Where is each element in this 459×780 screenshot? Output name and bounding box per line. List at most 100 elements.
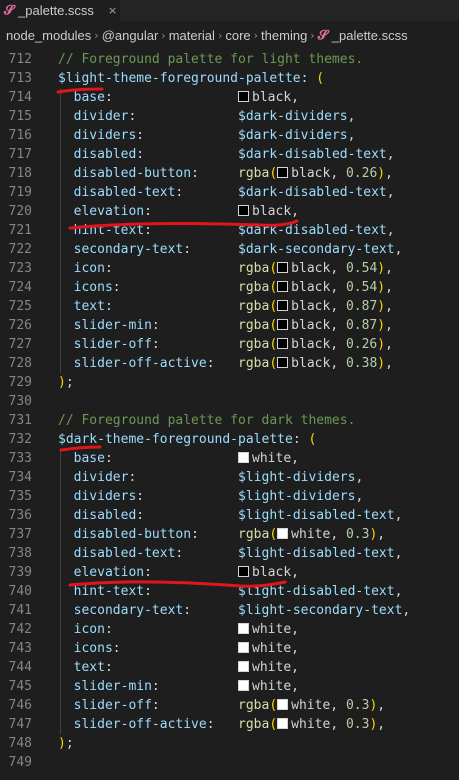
code-line[interactable]: 748);: [0, 734, 459, 753]
color-swatch-icon[interactable]: [277, 300, 289, 311]
code-line[interactable]: 727 slider-off: rgba(black, 0.26),: [0, 335, 459, 354]
breadcrumb-item-angular[interactable]: @angular: [102, 28, 159, 43]
code-line[interactable]: 733 base: white,: [0, 449, 459, 468]
code-token: hint-text: [58, 584, 145, 599]
breadcrumb-item-material[interactable]: material: [169, 28, 215, 43]
color-swatch-icon[interactable]: [277, 167, 289, 178]
tab-bar: 𝓢 _palette.scss ×: [0, 0, 459, 21]
code-line[interactable]: 716 dividers: $dark-dividers,: [0, 126, 459, 145]
code-token: ): [58, 375, 66, 390]
code-token: :: [104, 261, 239, 276]
code-line[interactable]: 749: [0, 753, 459, 772]
color-swatch-icon[interactable]: [238, 452, 250, 463]
code-text: slider-min: rgba(black, 0.87),: [58, 316, 393, 335]
code-line[interactable]: 741 secondary-text: $light-secondary-tex…: [0, 601, 459, 620]
code-token: white: [252, 679, 292, 694]
close-icon[interactable]: ×: [108, 4, 117, 17]
code-text: slider-off: rgba(black, 0.26),: [58, 335, 393, 354]
code-token: $light-disabled-text: [238, 546, 395, 561]
code-line[interactable]: 731 // Foreground palette for dark themes…: [0, 411, 459, 430]
color-swatch-icon[interactable]: [238, 205, 250, 216]
code-line[interactable]: 722 secondary-text: $dark-secondary-text…: [0, 240, 459, 259]
breadcrumb-item-node-modules[interactable]: node_modules: [6, 28, 91, 43]
color-swatch-icon[interactable]: [238, 661, 250, 672]
code-line[interactable]: 737 disabled-button: rgba(white, 0.3),: [0, 525, 459, 544]
color-swatch-icon[interactable]: [277, 718, 289, 729]
code-line[interactable]: 713 $light-theme-foreground-palette: (: [0, 69, 459, 88]
color-swatch-icon[interactable]: [277, 338, 289, 349]
code-line[interactable]: 735 dividers: $light-dividers,: [0, 487, 459, 506]
color-swatch-icon[interactable]: [238, 642, 250, 653]
code-line[interactable]: 747 slider-off-active: rgba(white, 0.3),: [0, 715, 459, 734]
code-token: ,: [347, 109, 356, 124]
code-text: divider: $dark-dividers,: [58, 107, 356, 126]
code-line[interactable]: 734 divider: $light-dividers,: [0, 468, 459, 487]
color-swatch-icon[interactable]: [238, 566, 250, 577]
code-token: :: [104, 451, 239, 466]
code-token: $dark-disabled-text: [238, 147, 387, 162]
code-token: 0.3: [345, 717, 370, 732]
code-token: :: [144, 584, 239, 599]
breadcrumb-item-file[interactable]: _palette.scss: [332, 28, 408, 43]
code-line[interactable]: 736 disabled: $light-disabled-text,: [0, 506, 459, 525]
breadcrumb: node_modules › @angular › material › cor…: [0, 24, 459, 46]
code-text: disabled: $light-disabled-text,: [58, 506, 403, 525]
code-line[interactable]: 720 elevation: black,: [0, 202, 459, 221]
code-line[interactable]: 746 slider-off: rgba(white, 0.3),: [0, 696, 459, 715]
code-line[interactable]: 729);: [0, 373, 459, 392]
code-token: elevation: [58, 204, 145, 219]
code-token: :: [191, 527, 239, 542]
code-editor[interactable]: 712 // Foreground palette for light theme…: [0, 50, 459, 772]
code-line[interactable]: 715 divider: $dark-dividers,: [0, 107, 459, 126]
code-line[interactable]: 743 icons: white,: [0, 639, 459, 658]
code-token: ;: [65, 375, 74, 390]
code-text: disabled-text: $dark-disabled-text,: [58, 183, 395, 202]
code-line[interactable]: 721 hint-text: $dark-disabled-text,: [0, 221, 459, 240]
code-token: black: [291, 318, 331, 333]
sass-file-icon: 𝓢: [317, 27, 328, 43]
code-token: white: [291, 527, 331, 542]
code-token: // Foreground palette for dark themes.: [58, 413, 356, 428]
code-line[interactable]: 718 disabled-button: rgba(black, 0.26),: [0, 164, 459, 183]
color-swatch-icon[interactable]: [277, 699, 289, 710]
color-swatch-icon[interactable]: [277, 262, 289, 273]
code-line[interactable]: 724 icons: rgba(black, 0.54),: [0, 278, 459, 297]
code-token: white: [252, 622, 292, 637]
code-token: (: [269, 337, 278, 352]
color-swatch-icon[interactable]: [277, 281, 289, 292]
code-token: ,: [330, 337, 346, 352]
color-swatch-icon[interactable]: [238, 623, 250, 634]
code-line[interactable]: 728 slider-off-active: rgba(black, 0.38)…: [0, 354, 459, 373]
code-line[interactable]: 739 elevation: black,: [0, 563, 459, 582]
code-token: :: [136, 128, 239, 143]
code-line[interactable]: 730: [0, 392, 459, 411]
code-line[interactable]: 745 slider-min: white,: [0, 677, 459, 696]
color-swatch-icon[interactable]: [277, 319, 289, 330]
code-token: ): [377, 356, 386, 371]
code-text: elevation: black,: [58, 563, 299, 582]
code-line[interactable]: 725 text: rgba(black, 0.87),: [0, 297, 459, 316]
tab-palette-scss[interactable]: 𝓢 _palette.scss ×: [0, 0, 120, 21]
line-number: 730: [8, 394, 32, 409]
code-line[interactable]: 726 slider-min: rgba(black, 0.87),: [0, 316, 459, 335]
breadcrumb-item-theming[interactable]: theming: [261, 28, 307, 43]
code-line[interactable]: 738 disabled-text: $light-disabled-text,: [0, 544, 459, 563]
color-swatch-icon[interactable]: [277, 357, 289, 368]
code-token: :: [136, 147, 239, 162]
code-line[interactable]: 740 hint-text: $light-disabled-text,: [0, 582, 459, 601]
code-token: ): [377, 280, 386, 295]
code-line[interactable]: 714 base: black,: [0, 88, 459, 107]
code-line[interactable]: 719 disabled-text: $dark-disabled-text,: [0, 183, 459, 202]
code-line[interactable]: 744 text: white,: [0, 658, 459, 677]
color-swatch-icon[interactable]: [238, 680, 250, 691]
breadcrumb-item-core[interactable]: core: [225, 28, 250, 43]
code-token: 0.26: [345, 337, 378, 352]
code-line[interactable]: 732 $dark-theme-foreground-palette: (: [0, 430, 459, 449]
color-swatch-icon[interactable]: [277, 528, 289, 539]
code-line[interactable]: 712 // Foreground palette for light theme…: [0, 50, 459, 69]
code-line[interactable]: 742 icon: white,: [0, 620, 459, 639]
code-line[interactable]: 723 icon: rgba(black, 0.54),: [0, 259, 459, 278]
code-token: 0.26: [345, 166, 378, 181]
code-line[interactable]: 717 disabled: $dark-disabled-text,: [0, 145, 459, 164]
color-swatch-icon[interactable]: [238, 91, 250, 102]
